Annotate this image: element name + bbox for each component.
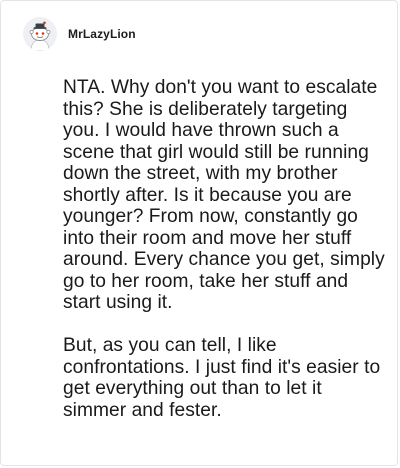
comment-body: NTA. Why don't you want to escalate this… [63, 77, 385, 421]
comment-card: MrLazyLion NTA. Why don't you want to es… [0, 0, 398, 466]
user-avatar[interactable] [23, 17, 57, 51]
username[interactable]: MrLazyLion [68, 27, 136, 41]
comment-paragraph-1: NTA. Why don't you want to escalate this… [63, 77, 385, 313]
comment-header: MrLazyLion [23, 15, 136, 53]
comment-paragraph-2: But, as you can tell, I like confrontati… [63, 335, 381, 421]
